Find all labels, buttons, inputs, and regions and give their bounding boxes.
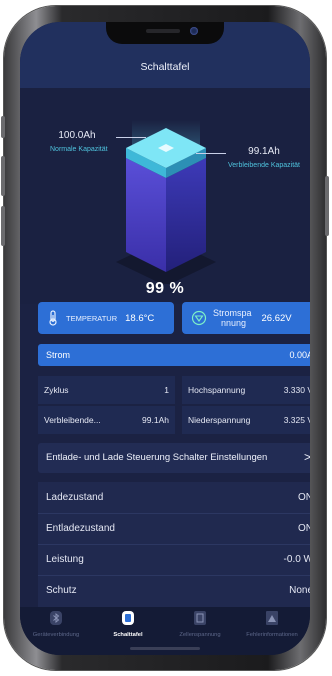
current-bar: Strom 0.00A [38, 344, 310, 366]
power-value: -0.0 W [283, 554, 310, 565]
discharge-state-value: ON [298, 523, 310, 534]
cycle-row: Zyklus 1 [38, 376, 175, 404]
thermometer-icon [49, 310, 57, 326]
phone-frame: Schalttafel 100.0Ah Normale Kapazität 99… [1, 6, 329, 670]
normal-capacity: 100.0Ah Normale Kapazität [50, 130, 108, 153]
dashboard-icon [122, 611, 134, 625]
discharge-state-label: Entladezustand [46, 523, 115, 534]
tab-dashboard[interactable]: Schalttafel [92, 611, 164, 638]
temperature-card: TEMPERATUR 18.6°C [38, 302, 174, 334]
battery-graphic [116, 120, 216, 284]
protection-value: None [289, 585, 310, 596]
list-item-power: Leistung -0.0 W [38, 544, 310, 576]
error-info-icon [266, 611, 278, 625]
low-voltage-row: Niederspannung 3.325 V [182, 406, 310, 434]
current-label: Strom [46, 350, 71, 360]
tab-error-info-label: Fehlerinformationen [246, 632, 298, 638]
low-voltage-value: 3.325 V [283, 415, 310, 425]
remaining-capacity-line [196, 153, 226, 154]
volume-down-button [1, 206, 5, 246]
mute-switch [1, 116, 5, 138]
remaining-stat-value: 99.1Ah [142, 415, 169, 425]
remaining-capacity-value: 99.1Ah [248, 146, 280, 157]
charge-state-label: Ladezustand [46, 492, 104, 503]
power-label: Leistung [46, 554, 84, 565]
tab-cell-voltage[interactable]: Zellenspannung [164, 611, 236, 638]
tab-device-connection-label: Geräteverbindung [32, 632, 80, 638]
app-screen: Schalttafel 100.0Ah Normale Kapazität 99… [20, 22, 310, 655]
remaining-stat-label: Verbleibende... [44, 415, 101, 425]
tab-dashboard-label: Schalttafel [113, 632, 143, 638]
settings-label: Entlade- und Lade Steuerung Schalter Ein… [46, 452, 268, 463]
home-indicator [130, 647, 200, 650]
remaining-capacity: 99.1Ah Verbleibende Kapazität [228, 146, 300, 169]
normal-capacity-value: 100.0Ah [58, 130, 96, 141]
remaining-row: Verbleibende... 99.1Ah [38, 406, 175, 434]
temperature-label: TEMPERATUR [66, 313, 118, 323]
speaker [146, 29, 180, 33]
voltage-label-line2: nnung [221, 318, 247, 328]
remaining-capacity-label: Verbleibende Kapazität [228, 162, 300, 169]
chevron-right-icon: > [303, 450, 310, 464]
temperature-value: 18.6°C [125, 312, 155, 324]
tab-device-connection[interactable]: Geräteverbindung [20, 611, 92, 638]
voltage-icon [191, 310, 207, 326]
high-voltage-value: 3.330 V [283, 385, 310, 395]
current-value: 0.00A [289, 350, 310, 360]
battery-left-face [126, 158, 166, 272]
low-voltage-label: Niederspannung [188, 415, 251, 425]
list-item-discharge-state: Entladezustand ON [38, 513, 310, 545]
voltage-card: Stromspa nnung 26.62V [182, 302, 310, 334]
voltage-label-line1: Stromspa [213, 308, 252, 318]
bluetooth-icon [50, 611, 62, 625]
high-voltage-row: Hochspannung 3.330 V [182, 376, 310, 404]
voltage-value: 26.62V [261, 312, 292, 324]
page-title: Schalttafel [140, 61, 190, 73]
cycle-value: 1 [164, 385, 169, 395]
notch [106, 22, 224, 44]
volume-up-button [1, 156, 5, 196]
front-camera [190, 27, 198, 35]
protection-label: Schutz [46, 585, 77, 596]
normal-capacity-line [116, 137, 146, 138]
charge-discharge-settings-button[interactable]: Entlade- und Lade Steuerung Schalter Ein… [38, 443, 310, 473]
status-list: Ladezustand ON Entladezustand ON Leistun… [38, 482, 310, 608]
soc-percent: 99 % [145, 280, 185, 297]
high-voltage-label: Hochspannung [188, 385, 246, 395]
battery-right-face [166, 158, 206, 272]
cell-icon [194, 611, 206, 625]
power-button [325, 176, 329, 236]
list-item-charge-state: Ladezustand ON [38, 482, 310, 514]
tab-cell-voltage-label: Zellenspannung [179, 632, 221, 638]
cycle-label: Zyklus [44, 385, 69, 395]
charge-state-value: ON [298, 492, 310, 503]
voltage-label: Stromspa nnung [213, 308, 252, 328]
normal-capacity-label: Normale Kapazität [50, 146, 108, 153]
list-item-protection: Schutz None [38, 575, 310, 606]
tab-error-info[interactable]: Fehlerinformationen [236, 611, 308, 638]
